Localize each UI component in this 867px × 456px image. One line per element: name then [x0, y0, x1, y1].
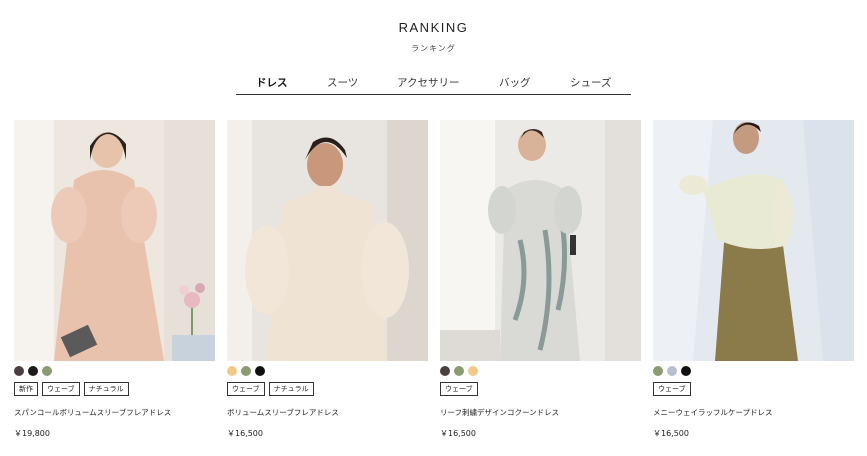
color-swatch[interactable]: [440, 366, 450, 376]
product-tags: ウェーブ ナチュラル: [227, 382, 428, 396]
product-price: ￥16,500: [227, 429, 263, 438]
color-swatch[interactable]: [227, 366, 237, 376]
tag-badge: ウェーブ: [653, 382, 691, 396]
color-swatch[interactable]: [255, 366, 265, 376]
product-price: ￥19,800: [14, 429, 50, 438]
product-photo[interactable]: [227, 120, 428, 361]
tag-badge: ナチュラル: [83, 382, 129, 396]
product-name[interactable]: メニーウェイラッフルケープドレス: [653, 407, 854, 418]
tab-suit[interactable]: スーツ: [327, 75, 358, 90]
tag-badge: ウェーブ: [227, 382, 265, 396]
product-price: ￥16,500: [653, 429, 689, 438]
page-title: RANKING: [398, 20, 469, 35]
tab-bag[interactable]: バッグ: [499, 75, 531, 90]
product-name[interactable]: ボリュームスリーブフレアドレス: [227, 407, 428, 418]
page-subtitle: ランキング: [411, 44, 456, 53]
product-tags: ウェーブ: [440, 382, 641, 396]
product-name[interactable]: スパンコールボリュームスリーブフレアドレス: [14, 407, 215, 418]
tag-badge: ウェーブ: [42, 382, 80, 396]
tab-accessory[interactable]: アクセサリー: [397, 75, 459, 90]
tag-badge: ナチュラル: [268, 382, 314, 396]
tag-badge: ウェーブ: [440, 382, 478, 396]
color-swatches: [440, 366, 641, 376]
color-swatch[interactable]: [28, 366, 38, 376]
product-name[interactable]: リーフ刺繍デザインコクーンドレス: [440, 407, 641, 418]
product-card[interactable]: 新作 ウェーブ ナチュラル スパンコールボリュームスリーブフレアドレス ￥19,…: [14, 120, 215, 439]
color-swatch[interactable]: [42, 366, 52, 376]
product-price: ￥16,500: [440, 429, 476, 438]
color-swatch[interactable]: [681, 366, 691, 376]
tag-badge: 新作: [14, 382, 38, 396]
tab-shoes[interactable]: シューズ: [570, 75, 611, 90]
product-tags: 新作 ウェーブ ナチュラル: [14, 382, 215, 396]
tab-dress[interactable]: ドレス: [256, 75, 288, 90]
color-swatch[interactable]: [241, 366, 251, 376]
product-photo[interactable]: [653, 120, 854, 361]
color-swatches: [227, 366, 428, 376]
product-tags: ウェーブ: [653, 382, 854, 396]
color-swatch[interactable]: [468, 366, 478, 376]
color-swatch[interactable]: [14, 366, 24, 376]
color-swatches: [653, 366, 854, 376]
product-photo[interactable]: [14, 120, 215, 361]
color-swatch[interactable]: [667, 366, 677, 376]
product-photo[interactable]: [440, 120, 641, 361]
product-card[interactable]: ウェーブ ナチュラル ボリュームスリーブフレアドレス ￥16,500: [227, 120, 428, 439]
category-tabs: ドレス スーツ アクセサリー バッグ シューズ: [236, 70, 631, 95]
product-card[interactable]: ウェーブ メニーウェイラッフルケープドレス ￥16,500: [653, 120, 854, 439]
ranking-header: RANKING ランキング: [0, 20, 867, 54]
product-card[interactable]: ウェーブ リーフ刺繍デザインコクーンドレス ￥16,500: [440, 120, 641, 439]
color-swatch[interactable]: [454, 366, 464, 376]
color-swatch[interactable]: [653, 366, 663, 376]
color-swatches: [14, 366, 215, 376]
